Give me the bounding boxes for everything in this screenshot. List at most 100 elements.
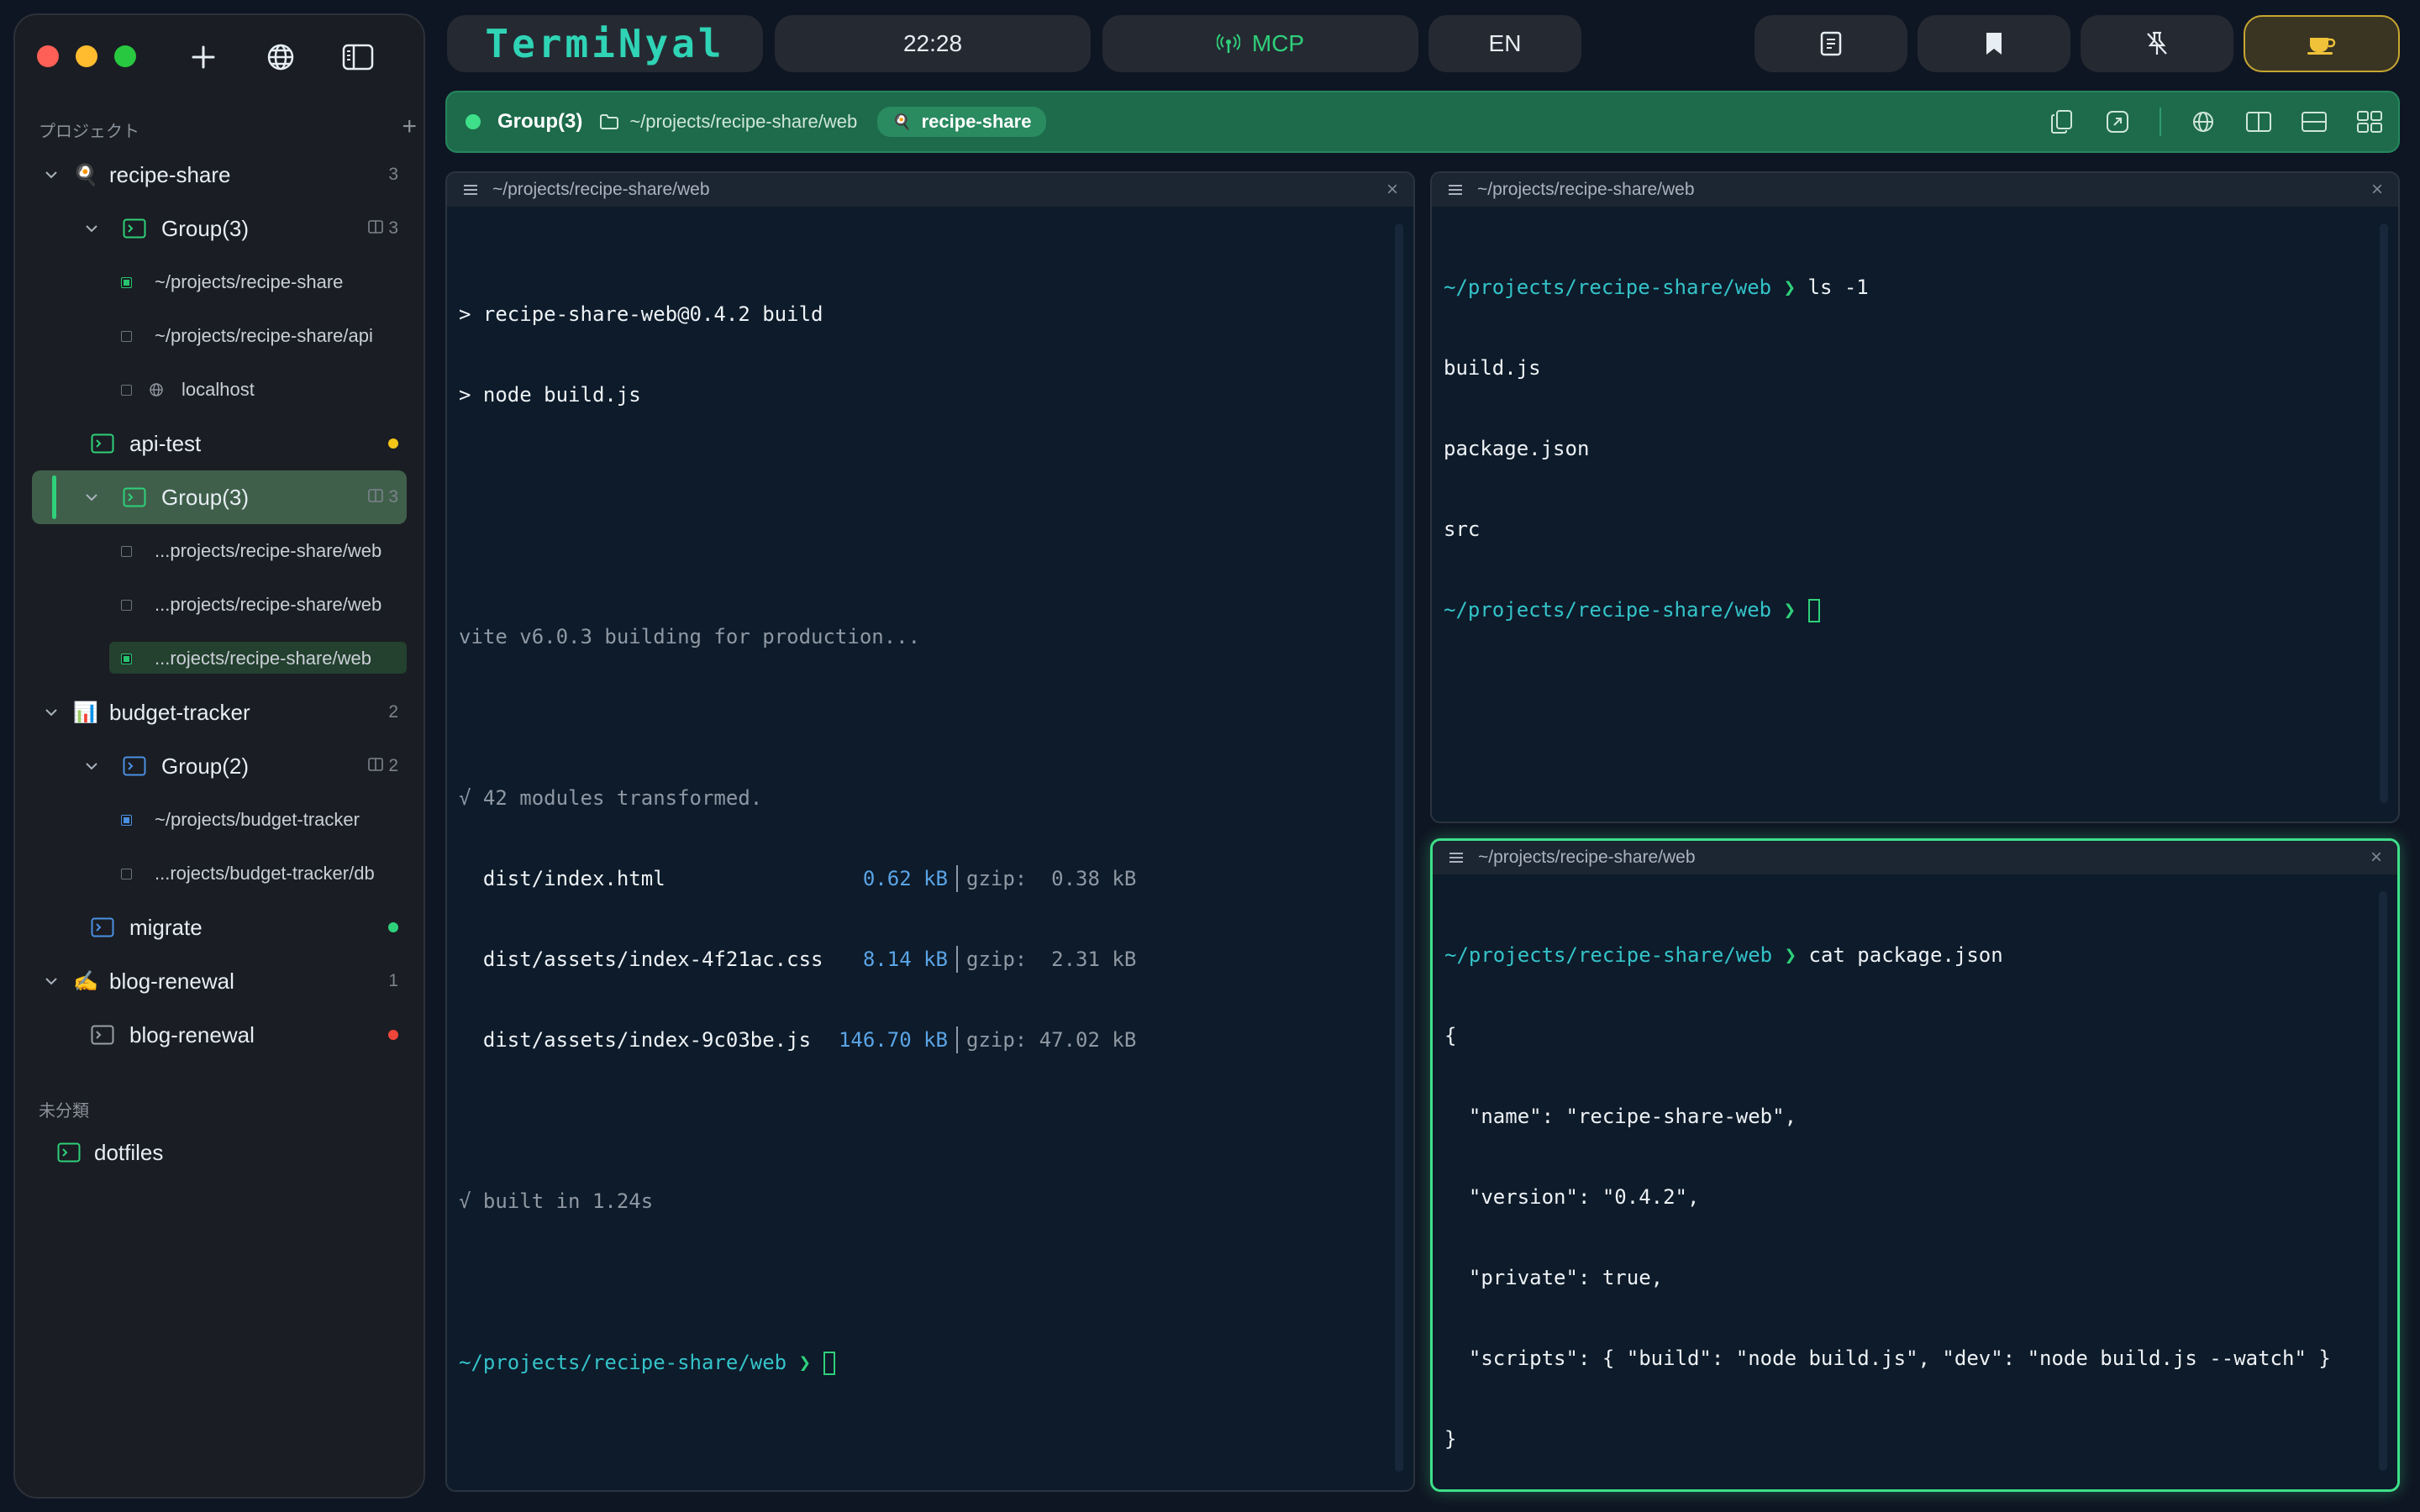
grid-layout-button[interactable] — [2356, 108, 2383, 135]
terminal-line: build.js — [1444, 356, 1541, 380]
status-dot — [388, 922, 398, 932]
terminal-pane-top-right[interactable]: ~/projects/recipe-share/web × ~/projects… — [1430, 171, 2400, 823]
bookmark-button[interactable] — [1918, 15, 2070, 72]
menu-icon[interactable] — [462, 183, 479, 197]
new-terminal-button[interactable] — [183, 37, 224, 77]
chevron-down-icon[interactable] — [84, 759, 99, 774]
scrollbar[interactable] — [2379, 891, 2387, 1471]
prompt-arrow: ❯ — [798, 1351, 812, 1374]
sidebar: プロジェクト + 🍳 recipe-share 3 Group(3) 3 ~/projec… — [13, 13, 425, 1499]
project-tag[interactable]: 🍳 recipe-share — [877, 107, 1047, 137]
terminal-icon — [91, 1024, 114, 1046]
sidebar-item[interactable]: migrate — [15, 900, 424, 954]
chevron-down-icon[interactable] — [44, 974, 59, 989]
terminal-line: "name": "recipe-share-web", — [1444, 1105, 1797, 1128]
chevron-down-icon[interactable] — [84, 490, 99, 505]
terminal-pane-left[interactable]: ~/projects/recipe-share/web × > recipe-s… — [445, 171, 1415, 1492]
project-emoji-icon: ✍️ — [73, 969, 98, 993]
sidebar-session[interactable]: ...rojects/budget-tracker/db — [15, 847, 424, 900]
build-file-row: dist/assets/index-9c03be.js 146.70 kB gzip… — [459, 1026, 1380, 1053]
prompt-arrow: ❯ — [1783, 598, 1797, 622]
terminal-output[interactable]: ~/projects/recipe-share/web ❯ cat packag… — [1444, 888, 2364, 1489]
close-pane-button[interactable]: × — [1386, 178, 1398, 202]
count-text: 2 — [388, 702, 398, 722]
notes-button[interactable] — [1754, 15, 1907, 72]
minimize-window-button[interactable] — [76, 45, 97, 67]
unpin-icon — [2147, 31, 2167, 55]
sidebar-project[interactable]: ✍️ blog-renewal 1 — [15, 954, 424, 1008]
close-pane-button[interactable]: × — [2371, 178, 2383, 202]
globe-icon — [148, 379, 165, 401]
sidebar-item[interactable]: blog-renewal — [15, 1008, 424, 1062]
sidebar-session[interactable]: ...projects/recipe-share/web — [15, 524, 424, 578]
sidebar-session[interactable]: ...projects/recipe-share/web — [15, 578, 424, 632]
chevron-down-icon[interactable] — [84, 221, 99, 236]
sidebar-item[interactable]: Group(2) 2 — [15, 739, 424, 793]
terminal-line: "private": true, — [1444, 1266, 1664, 1289]
open-external-button[interactable] — [2104, 108, 2131, 135]
sidebar-item-dotfiles[interactable]: dotfiles — [15, 1126, 424, 1179]
split-horizontal-icon — [2302, 112, 2327, 132]
uncategorized-section-label: 未分類 — [39, 1102, 89, 1121]
file-name: dist/index.html — [459, 867, 666, 890]
sidebar-session[interactable]: ...rojects/recipe-share/web — [15, 632, 424, 685]
terminal-line: "version": "0.4.2", — [1444, 1185, 1700, 1209]
prompt-line: ~/projects/recipe-share/web ❯ ls -1 — [1444, 274, 2365, 301]
coffee-button[interactable] — [2244, 15, 2400, 72]
chevron-down-icon[interactable] — [44, 167, 59, 182]
mcp-status-button[interactable]: MCP — [1102, 15, 1418, 72]
sidebar-session[interactable]: ~/projects/budget-tracker — [15, 793, 424, 847]
external-link-icon — [2107, 111, 2128, 133]
sidebar-item[interactable]: Group(3) 3 — [15, 202, 424, 255]
item-count: 3 — [368, 218, 398, 239]
scrollbar[interactable] — [1395, 223, 1403, 1472]
split-vertical-icon — [2246, 112, 2271, 132]
pin-button[interactable] — [2081, 15, 2233, 72]
terminal-output[interactable]: > recipe-share-web@0.4.2 build > node bu… — [459, 247, 1380, 1430]
cursor — [1807, 599, 1820, 622]
pane-title: ~/projects/recipe-share/web — [1477, 180, 1695, 199]
sidebar-item[interactable]: Group(3) 3 — [32, 470, 407, 524]
browser-pane-button[interactable] — [2190, 108, 2217, 135]
toggle-sidebar-button[interactable] — [338, 37, 378, 77]
sidebar-session[interactable]: localhost — [15, 363, 424, 417]
sidebar-project[interactable]: 🍳 recipe-share 3 — [15, 148, 424, 202]
project-tree: 🍳 recipe-share 3 Group(3) 3 ~/projects/recipe… — [15, 148, 424, 1062]
sidebar-item-label: blog-renewal — [109, 968, 234, 994]
close-pane-button[interactable]: × — [2370, 846, 2382, 869]
split-vertical-button[interactable] — [2245, 108, 2272, 135]
terminal-icon — [57, 1142, 81, 1163]
split-horizontal-button[interactable] — [2301, 108, 2328, 135]
group-path-text: ~/projects/recipe-share/web — [629, 111, 858, 132]
sidebar-session[interactable]: ~/projects/recipe-share — [15, 255, 424, 309]
terminal-line: } — [1444, 1427, 1457, 1451]
terminal-output[interactable]: ~/projects/recipe-share/web ❯ ls -1 buil… — [1444, 220, 2365, 677]
project-tag-label: recipe-share — [921, 111, 1032, 132]
session-status-icon — [119, 863, 133, 885]
zoom-window-button[interactable] — [114, 45, 136, 67]
plus-icon — [192, 45, 215, 69]
sidebar-session[interactable]: ~/projects/recipe-share/api — [15, 309, 424, 363]
scrollbar[interactable] — [2380, 223, 2388, 803]
session-status-icon — [119, 809, 133, 831]
browser-button[interactable] — [260, 37, 301, 77]
pane-header: ~/projects/recipe-share/web × — [1432, 173, 2398, 207]
terminal-icon — [123, 755, 146, 777]
group-path: ~/projects/recipe-share/web — [599, 111, 857, 133]
menu-icon[interactable] — [1448, 851, 1465, 864]
chevron-down-icon[interactable] — [44, 705, 59, 720]
menu-icon[interactable] — [1447, 183, 1464, 197]
sidebar-item[interactable]: api-test — [15, 417, 424, 470]
language-button[interactable]: EN — [1428, 15, 1581, 72]
prompt-line: ~/projects/recipe-share/web ❯ — [459, 1349, 1380, 1376]
sidebar-item-label: recipe-share — [109, 161, 231, 187]
sidebar-project[interactable]: 📊 budget-tracker 2 — [15, 685, 424, 739]
broadcast-icon — [1216, 34, 1240, 53]
file-gzip: gzip: 0.38 kB — [966, 867, 1137, 890]
add-project-button[interactable]: + — [402, 114, 417, 139]
terminal-pane-bottom-right[interactable]: ~/projects/recipe-share/web × ~/projects… — [1430, 838, 2400, 1492]
item-count: 2 — [368, 756, 398, 776]
copy-button[interactable] — [2049, 108, 2075, 135]
close-window-button[interactable] — [37, 45, 59, 67]
clock: 22:28 — [775, 15, 1091, 72]
